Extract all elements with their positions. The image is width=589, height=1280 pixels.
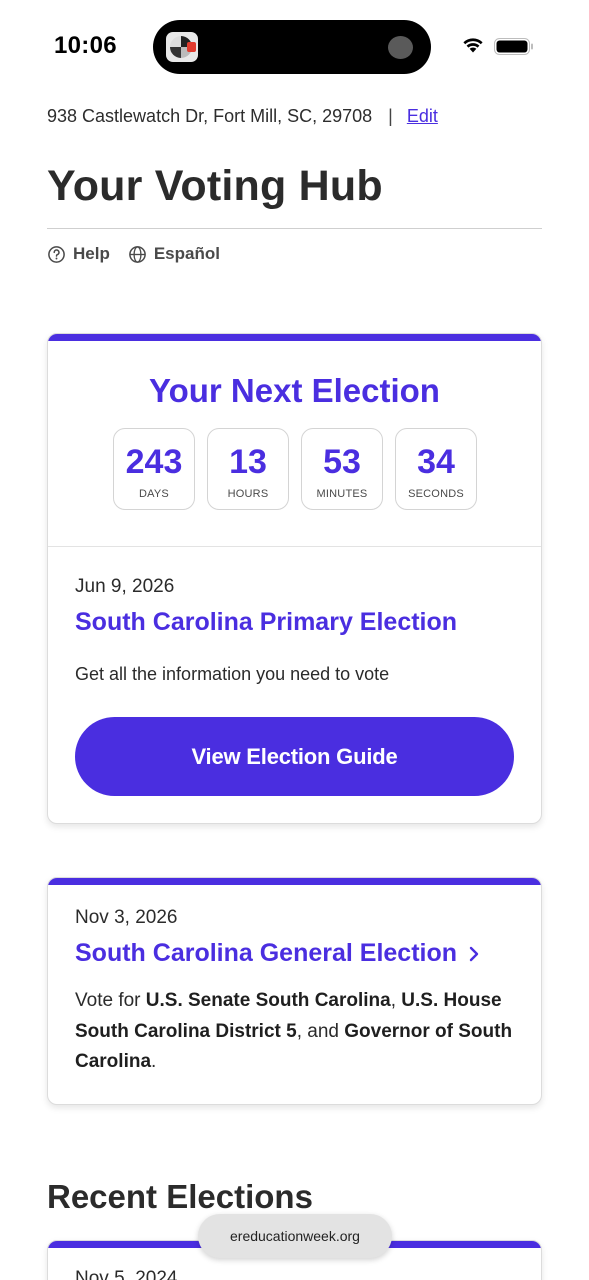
dynamic-island	[153, 20, 431, 74]
countdown-unit: DAYS	[139, 488, 169, 500]
help-link[interactable]: Help	[47, 244, 110, 264]
general-election-description: Vote for U.S. Senate South Carolina, U.S…	[75, 986, 520, 1078]
next-election-title: Your Next Election	[149, 372, 440, 409]
countdown-value: 53	[323, 443, 361, 481]
help-label: Help	[73, 244, 110, 263]
recent-elections-heading: Recent Elections	[47, 1178, 313, 1215]
status-bar: 10:06	[0, 0, 589, 92]
address-text: 938 Castlewatch Dr, Fort Mill, SC, 29708	[47, 106, 373, 126]
title-divider	[47, 228, 542, 229]
language-label: Español	[153, 244, 220, 263]
view-election-guide-button[interactable]: View Election Guide	[75, 717, 514, 796]
countdown-hours: 13 HOURS	[207, 428, 289, 510]
card-divider	[48, 546, 541, 547]
address-separator: |	[388, 106, 393, 126]
general-election-date: Nov 3, 2026	[75, 907, 178, 928]
description-text: ,	[390, 990, 402, 1011]
recording-app-icon	[166, 32, 198, 62]
battery-icon	[494, 38, 533, 55]
globe-icon	[128, 245, 146, 263]
general-election-link[interactable]: South Carolina General Election	[75, 939, 481, 968]
countdown-value: 13	[229, 443, 267, 481]
next-election-name[interactable]: South Carolina Primary Election	[75, 608, 457, 637]
edit-address-link[interactable]: Edit	[407, 106, 438, 126]
next-election-date: Jun 9, 2026	[75, 576, 175, 597]
recent-election-date: Nov 5, 2024	[75, 1268, 178, 1280]
wifi-icon	[463, 38, 483, 53]
camera-icon	[388, 36, 413, 59]
next-election-heading: Your Next Election	[0, 372, 589, 410]
chevron-right-icon	[469, 947, 479, 962]
address-row: 938 Castlewatch Dr, Fort Mill, SC, 29708…	[47, 106, 438, 127]
browser-url-bar[interactable]: ereducationweek.org	[198, 1214, 392, 1258]
next-election-description: Get all the information you need to vote	[75, 664, 390, 684]
description-text: Vote for	[75, 990, 146, 1011]
countdown-timer: 243 DAYS 13 HOURS 53 MINUTES 34 SECONDS	[113, 428, 477, 510]
countdown-days: 243 DAYS	[113, 428, 195, 510]
description-text: , and	[296, 1020, 345, 1042]
utility-links: Help Español	[47, 244, 238, 264]
status-time: 10:06	[54, 32, 117, 59]
countdown-unit: MINUTES	[316, 488, 368, 500]
countdown-value: 243	[125, 443, 183, 481]
countdown-unit: HOURS	[227, 488, 269, 500]
race-senate: U.S. Senate South Carolina	[145, 990, 391, 1011]
general-election-name: South Carolina General Election	[75, 939, 458, 967]
description-text: .	[151, 1051, 157, 1072]
countdown-value: 34	[417, 443, 455, 481]
page-title: Your Voting Hub	[47, 162, 383, 210]
countdown-unit: SECONDS	[408, 488, 464, 500]
language-link[interactable]: Español	[128, 244, 220, 264]
countdown-seconds: 34 SECONDS	[395, 428, 477, 510]
question-circle-icon	[48, 245, 65, 263]
countdown-minutes: 53 MINUTES	[301, 428, 383, 510]
